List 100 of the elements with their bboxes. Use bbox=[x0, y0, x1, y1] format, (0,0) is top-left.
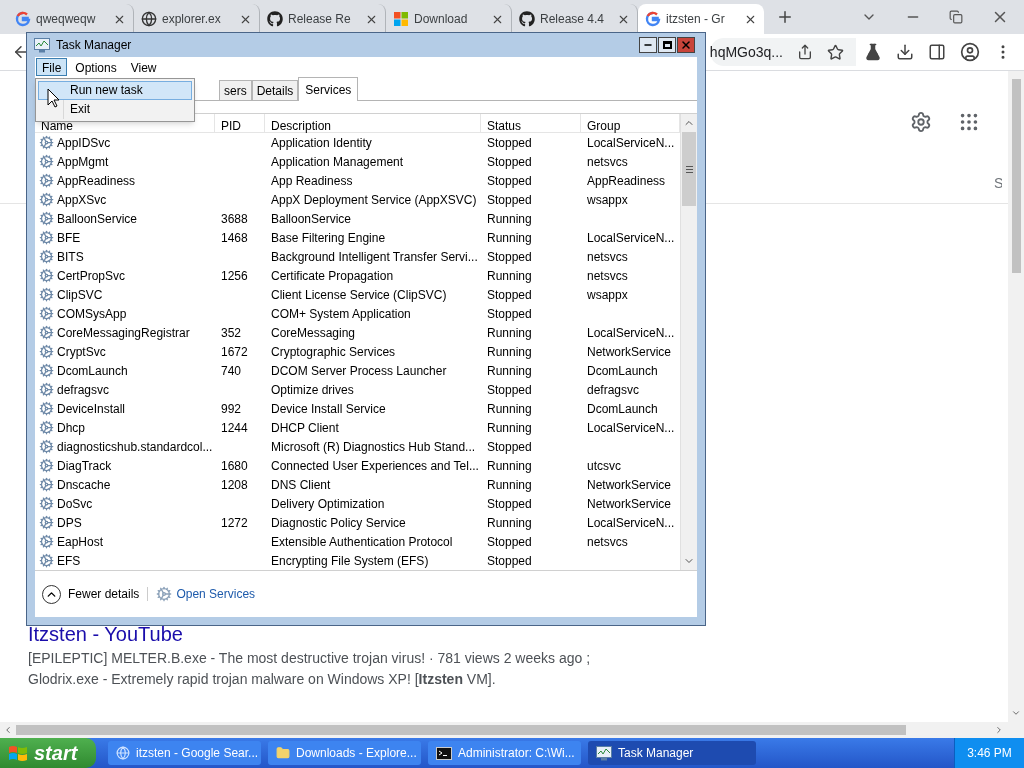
table-cell-text: Running bbox=[487, 229, 532, 247]
console-icon bbox=[436, 746, 452, 760]
maximize-button[interactable] bbox=[658, 37, 676, 53]
column-header[interactable]: PID bbox=[215, 114, 265, 132]
fewer-details-button[interactable]: Fewer details bbox=[42, 584, 140, 604]
taskbar-button[interactable]: itzsten - Google Sear... bbox=[108, 741, 261, 765]
scroll-left-icon[interactable] bbox=[3, 725, 13, 735]
profile-icon[interactable] bbox=[960, 42, 980, 62]
download-icon[interactable] bbox=[896, 43, 914, 61]
gear-icon bbox=[39, 268, 54, 283]
table-cell-text: Dnscache bbox=[57, 476, 111, 494]
browser-tab[interactable]: itzsten - Gr bbox=[638, 4, 764, 34]
column-header[interactable]: Description bbox=[265, 114, 481, 132]
address-bar[interactable]: hqMGo3q... bbox=[709, 38, 856, 66]
table-cell-text: netsvcs bbox=[587, 248, 628, 266]
table-cell-text: DPS bbox=[57, 514, 82, 532]
table-cell-text: Client License Service (ClipSVC) bbox=[271, 286, 447, 304]
table-cell-text: Application Identity bbox=[271, 134, 372, 152]
menu-item[interactable]: Options bbox=[69, 58, 123, 76]
table-cell-text: diagnosticshub.standardcol... bbox=[57, 438, 213, 456]
globe-icon bbox=[141, 11, 157, 27]
table-cell-text: CoreMessagingRegistrar bbox=[57, 324, 190, 342]
table-cell-text: AppIDSvc bbox=[57, 134, 111, 152]
table-cell-text: BITS bbox=[57, 248, 84, 266]
flask-icon[interactable] bbox=[864, 43, 882, 61]
horizontal-scrollbar[interactable] bbox=[0, 722, 1024, 738]
table-cell-text: utcsvc bbox=[587, 457, 621, 475]
restore-icon[interactable] bbox=[949, 10, 963, 24]
table-scrollbar[interactable] bbox=[680, 114, 697, 570]
table-cell-text: 1256 bbox=[221, 267, 248, 285]
scroll-down-icon[interactable] bbox=[1011, 708, 1021, 718]
table-cell-text: 1272 bbox=[221, 514, 248, 532]
table-cell-text: Device Install Service bbox=[271, 400, 386, 418]
partial-text: S bbox=[994, 174, 1002, 193]
table-cell-text: Stopped bbox=[487, 381, 532, 399]
gear-icon bbox=[39, 135, 54, 150]
settings-icon[interactable] bbox=[910, 111, 932, 133]
table-cell-text: EapHost bbox=[57, 533, 104, 551]
result-snippet: [EPILEPTIC] MELTER.B.exe - The most destructive trojan virus! · 781 views 2 weeks ago ; Glodrix.exe - Extremely rapid trojan malware on Windows XP! [Itzsten VM]. bbox=[28, 649, 592, 689]
globe-icon bbox=[116, 746, 130, 760]
windows-flag-icon bbox=[8, 744, 28, 762]
side-panel-icon[interactable] bbox=[928, 43, 946, 61]
folder-icon bbox=[276, 746, 290, 760]
start-button[interactable]: start bbox=[0, 738, 96, 768]
table-cell-text: Stopped bbox=[487, 172, 532, 190]
open-services-link[interactable]: Open Services bbox=[176, 585, 256, 603]
table-cell-text: NetworkService bbox=[587, 343, 672, 361]
table-cell-text: 1208 bbox=[221, 476, 248, 494]
scroll-right-icon[interactable] bbox=[994, 725, 1004, 735]
table-cell-text: DoSvc bbox=[57, 495, 93, 513]
minimize-button[interactable] bbox=[639, 37, 657, 53]
menu-option[interactable]: Run new task bbox=[38, 81, 192, 100]
maximize-icon bbox=[662, 41, 672, 49]
star-icon[interactable] bbox=[827, 43, 844, 61]
table-cell-text: Stopped bbox=[487, 552, 532, 570]
table-cell-text: DNS Client bbox=[271, 476, 331, 494]
result-title-link[interactable]: Itzsten - YouTube bbox=[28, 622, 1008, 646]
table-cell-text: 992 bbox=[221, 400, 242, 418]
window-title: Task Manager bbox=[56, 37, 132, 54]
table-cell-text: DeviceInstall bbox=[57, 400, 126, 418]
gear-icon bbox=[39, 154, 54, 169]
scrollbar-thumb[interactable] bbox=[682, 132, 696, 206]
table-cell-text: 1244 bbox=[221, 419, 248, 437]
table-cell-text: LocalServiceN... bbox=[587, 419, 675, 437]
table-cell-text: AppXSvc bbox=[57, 191, 107, 209]
table-cell-text: Delivery Optimization bbox=[271, 495, 385, 513]
table-cell-text: Running bbox=[487, 210, 532, 228]
gear-icon bbox=[39, 458, 54, 473]
table-cell-text: LocalServiceN... bbox=[587, 229, 675, 247]
new-tab-icon[interactable] bbox=[776, 8, 794, 26]
column-header[interactable]: Status bbox=[481, 114, 581, 132]
tab[interactable]: Details bbox=[251, 80, 299, 100]
taskbar-button[interactable]: Administrator: C:\Wi... bbox=[428, 741, 581, 765]
table-cell-text: LocalServiceN... bbox=[587, 514, 675, 532]
vertical-scrollbar[interactable] bbox=[1008, 71, 1024, 722]
table-cell-text: 352 bbox=[221, 324, 242, 342]
menu-item[interactable]: File bbox=[36, 58, 68, 76]
tab[interactable]: sers bbox=[219, 80, 252, 100]
menu-item[interactable]: View bbox=[124, 58, 163, 76]
scrollbar-thumb[interactable] bbox=[16, 725, 906, 735]
table-cell-text: EFS bbox=[57, 552, 81, 570]
share-icon[interactable] bbox=[797, 44, 813, 60]
table-cell-text: Running bbox=[487, 457, 532, 475]
clock: 3:46 PM bbox=[954, 738, 1024, 768]
gear-icon bbox=[39, 173, 54, 188]
close-button[interactable] bbox=[677, 37, 695, 53]
table-cell-text: AppX Deployment Service (AppXSVC) bbox=[271, 191, 477, 209]
table-cell-text: Stopped bbox=[487, 248, 532, 266]
apps-icon[interactable] bbox=[958, 111, 980, 133]
gear-icon bbox=[39, 192, 54, 207]
scrollbar-thumb[interactable] bbox=[1011, 79, 1021, 273]
table-cell-text: Cryptographic Services bbox=[271, 343, 396, 361]
tab[interactable]: Services bbox=[298, 77, 359, 101]
gear-icon bbox=[39, 553, 54, 568]
table-cell-text: 1680 bbox=[221, 457, 248, 475]
taskbar-button[interactable]: Task Manager bbox=[588, 741, 756, 765]
gear-icon bbox=[39, 515, 54, 530]
table-cell-text: LocalServiceN... bbox=[587, 324, 675, 342]
taskbar-button[interactable]: Downloads - Explore... bbox=[268, 741, 421, 765]
gear-icon bbox=[39, 211, 54, 226]
